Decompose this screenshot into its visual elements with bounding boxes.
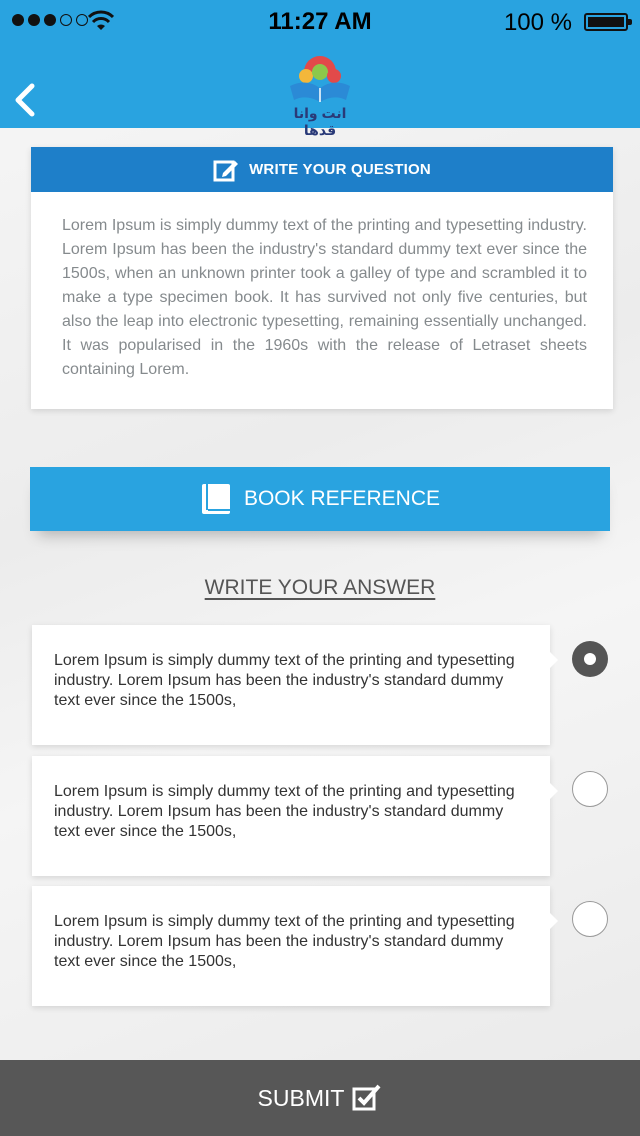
- answer-radio-3[interactable]: [572, 901, 608, 937]
- answer-option-3[interactable]: Lorem Ipsum is simply dummy text of the …: [32, 886, 558, 1006]
- answer-radio-1[interactable]: [572, 641, 608, 677]
- book-reference-button[interactable]: BOOK REFERENCE: [30, 467, 610, 531]
- back-arrow-icon[interactable]: [10, 80, 42, 120]
- battery-percent: 100 %: [503, 9, 572, 36]
- book-icon: [201, 484, 230, 514]
- answer-option-text: Lorem Ipsum is simply dummy text of the …: [54, 783, 515, 840]
- submit-button[interactable]: SUBMIT: [0, 1060, 640, 1136]
- answer-title: WRITE YOUR ANSWER: [204, 576, 436, 599]
- submit-label: SUBMIT: [257, 1084, 345, 1111]
- answer-option-text: Lorem Ipsum is simply dummy text of the …: [54, 652, 515, 709]
- battery-icon: [584, 13, 632, 31]
- question-card: WRITE YOUR QUESTION Lorem Ipsum is simpl…: [31, 147, 613, 409]
- top-bar: 11:27 AM 100 % انت وانا قدها: [0, 0, 640, 138]
- answer-option-2[interactable]: Lorem Ipsum is simply dummy text of the …: [32, 756, 558, 876]
- logo-text: انت وانا قدها: [293, 105, 347, 138]
- edit-icon: [213, 160, 239, 181]
- question-text: Lorem Ipsum is simply dummy text of the …: [62, 217, 587, 378]
- book-reference-label: BOOK REFERENCE: [243, 487, 441, 510]
- status-bar: 11:27 AM 100 %: [0, 0, 640, 44]
- question-heading: WRITE YOUR QUESTION: [249, 161, 431, 178]
- answer-option-text: Lorem Ipsum is simply dummy text of the …: [54, 913, 515, 970]
- checkbox-check-icon: [352, 1084, 381, 1111]
- answer-option-1[interactable]: Lorem Ipsum is simply dummy text of the …: [32, 625, 558, 745]
- question-header: WRITE YOUR QUESTION: [31, 147, 613, 192]
- answer-radio-2[interactable]: [572, 771, 608, 807]
